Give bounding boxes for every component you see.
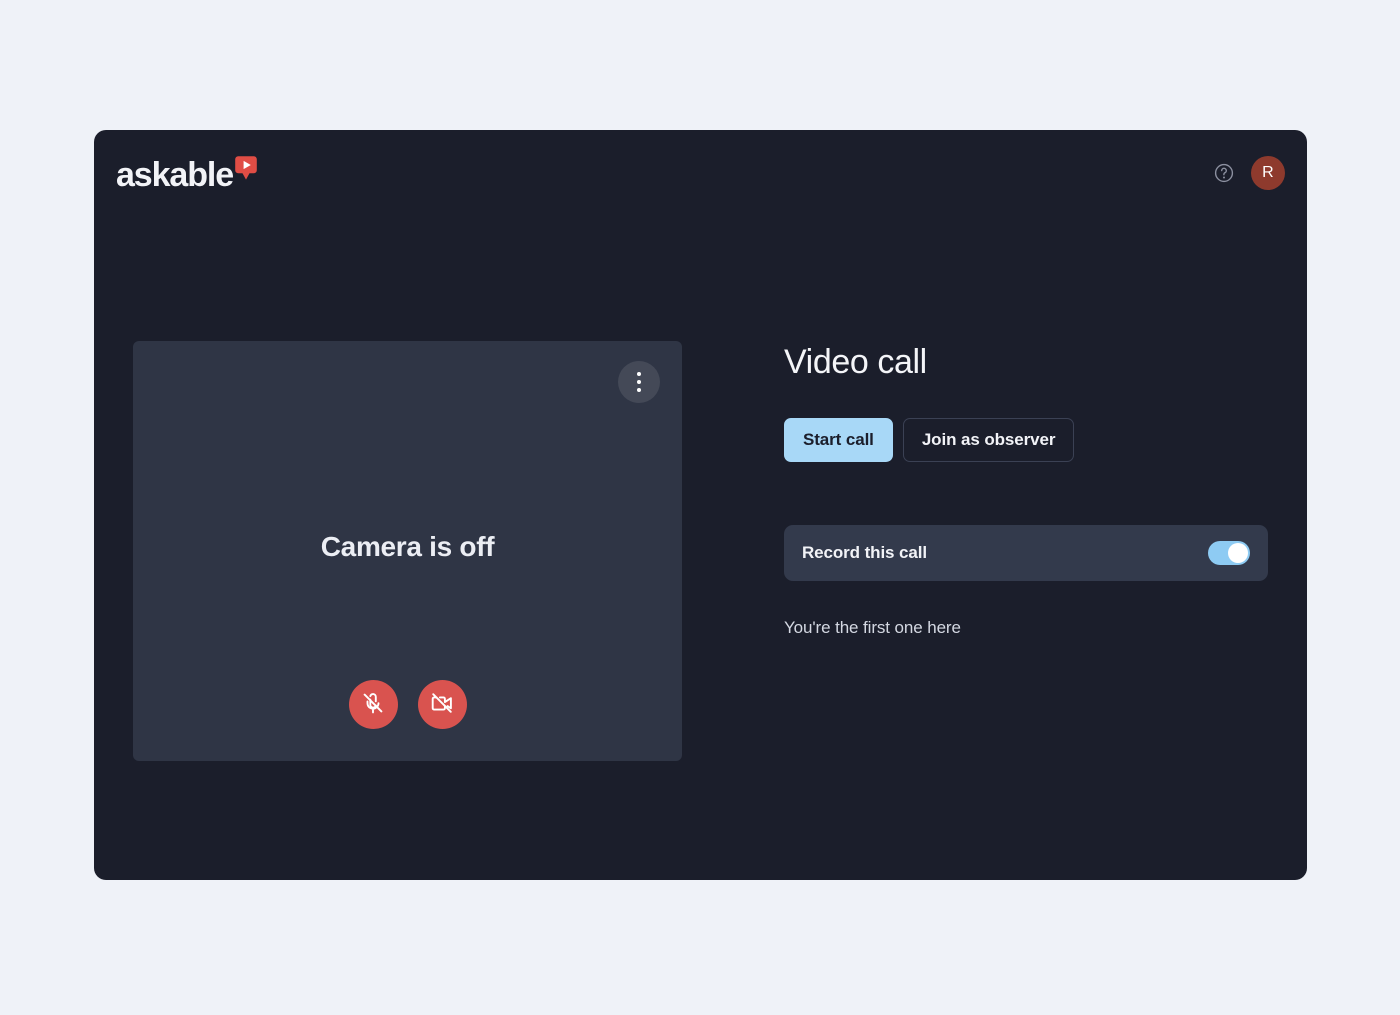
record-call-toggle[interactable] [1208, 541, 1250, 565]
avatar[interactable]: R [1251, 156, 1285, 190]
app-topbar: askable R [94, 130, 1307, 220]
call-side-panel: Video call Start call Join as observer R… [784, 341, 1268, 638]
self-video-tile: Camera is off [133, 341, 682, 761]
kebab-dot [637, 372, 641, 376]
camera-off-button[interactable] [417, 680, 467, 729]
topbar-right-group: R [1213, 156, 1285, 190]
camera-status-text: Camera is off [320, 531, 495, 562]
record-call-label: Record this call [802, 543, 927, 562]
record-call-row[interactable]: Record this call [784, 525, 1268, 581]
kebab-menu-icon[interactable] [618, 361, 660, 403]
askable-pin-play-icon [234, 155, 258, 181]
logo-wordmark: askable [116, 156, 234, 194]
toggle-knob [1228, 543, 1248, 563]
camera-off-icon [430, 691, 454, 718]
microphone-off-button[interactable] [348, 680, 398, 729]
avatar-initial: R [1262, 164, 1274, 181]
media-controls [133, 680, 682, 729]
presence-status-text: You're the first one here [784, 618, 961, 637]
kebab-dot [637, 388, 641, 392]
microphone-off-icon [361, 691, 385, 718]
help-circle-icon[interactable] [1213, 162, 1235, 184]
start-call-button[interactable]: Start call [784, 418, 893, 462]
call-action-buttons: Start call Join as observer [784, 418, 1268, 462]
kebab-dot [637, 380, 641, 384]
video-call-app-card: askable R Camera is off Video call Start… [94, 130, 1307, 880]
join-as-observer-button[interactable]: Join as observer [902, 418, 1075, 462]
askable-logo[interactable]: askable [116, 156, 258, 194]
page-root: askable R Camera is off Video call Start… [0, 0, 1400, 1015]
page-title: Video call [784, 343, 927, 381]
